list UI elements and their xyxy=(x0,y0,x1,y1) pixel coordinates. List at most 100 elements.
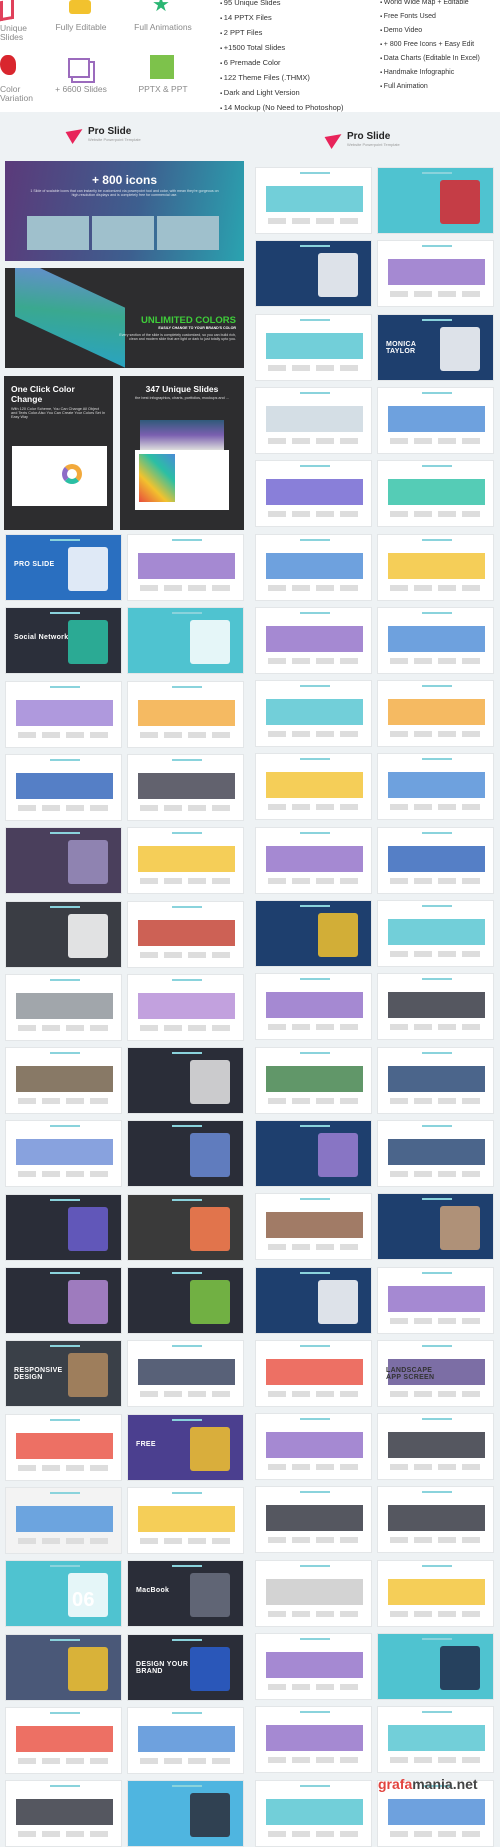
slide-thumbnail[interactable] xyxy=(255,1486,372,1554)
slide-thumbnail[interactable]: 06 xyxy=(5,1560,122,1628)
slide-title-line xyxy=(172,1345,202,1348)
slide-label: LANDSCAPE APP SCREEN xyxy=(386,1366,435,1381)
slide-thumbnail[interactable] xyxy=(127,900,244,968)
slide-thumbnail[interactable] xyxy=(377,533,494,601)
slide-thumbnail[interactable] xyxy=(255,240,372,308)
slide-thumbnail[interactable] xyxy=(377,240,494,308)
slide-thumbnail[interactable] xyxy=(377,460,494,528)
slide-thumbnail[interactable] xyxy=(377,753,494,821)
slide-thumbnail[interactable] xyxy=(255,1633,372,1700)
slide-thumbnail[interactable] xyxy=(5,1047,122,1115)
slide-thumbnail[interactable] xyxy=(255,1779,372,1847)
logo-right: Pro Slide Website Powerpoint Template xyxy=(324,128,400,150)
slide-thumbnail[interactable] xyxy=(5,1413,122,1481)
slide-thumbnail[interactable] xyxy=(127,1193,244,1261)
slide-title-line xyxy=(172,832,202,835)
slide-thumbnail[interactable] xyxy=(127,1486,244,1554)
slide-thumbnail[interactable] xyxy=(377,386,494,454)
slide-title-line xyxy=(422,1711,452,1714)
slide-thumbnail[interactable] xyxy=(255,900,372,967)
slide-thumbnail[interactable] xyxy=(255,1706,372,1774)
slide-thumbnail[interactable] xyxy=(377,167,494,234)
slide-thumbnail[interactable] xyxy=(377,1266,494,1334)
slide-thumbnail[interactable] xyxy=(5,973,122,1041)
slide-thumbnail[interactable]: MacBook xyxy=(127,1560,244,1628)
slide-text-lines xyxy=(268,804,358,811)
slide-thumbnail[interactable] xyxy=(5,1633,122,1701)
slide-thumbnail[interactable] xyxy=(5,1486,122,1554)
slide-thumbnail[interactable] xyxy=(5,753,122,821)
slide-thumbnail[interactable] xyxy=(377,1413,494,1481)
slide-thumbnail[interactable] xyxy=(377,1633,494,1700)
slide-thumbnail[interactable] xyxy=(127,1780,244,1847)
icon-grid xyxy=(157,216,219,250)
slide-graphic xyxy=(388,1065,485,1092)
slide-thumbnail[interactable] xyxy=(127,1340,244,1408)
slide-thumbnail[interactable] xyxy=(377,900,494,967)
slide-thumbnail[interactable] xyxy=(127,607,244,675)
slide-thumbnail[interactable] xyxy=(255,386,372,454)
slide-thumbnail[interactable] xyxy=(127,1267,244,1334)
slide-thumbnail[interactable] xyxy=(377,1046,494,1114)
slide-thumbnail[interactable] xyxy=(255,1559,372,1627)
slide-thumbnail[interactable] xyxy=(5,827,122,895)
slide-thumbnail[interactable] xyxy=(255,1339,372,1407)
slide-thumbnail[interactable] xyxy=(255,533,372,601)
slide-thumbnail[interactable] xyxy=(255,826,372,894)
slide-thumbnail[interactable] xyxy=(5,1780,122,1847)
slide-thumbnail[interactable] xyxy=(5,1193,122,1261)
slide-thumbnail[interactable] xyxy=(127,534,244,601)
slide-thumbnail[interactable]: DESIGN YOUR BRAND xyxy=(127,1633,244,1701)
slide-thumbnail[interactable] xyxy=(377,1193,494,1261)
slide-thumbnail[interactable] xyxy=(5,680,122,748)
slide-thumbnail[interactable] xyxy=(255,313,372,381)
slide-thumbnail[interactable] xyxy=(255,460,372,528)
slide-thumbnail[interactable] xyxy=(255,606,372,674)
slide-thumbnail[interactable] xyxy=(377,1559,494,1627)
slide-thumbnail[interactable] xyxy=(255,680,372,748)
slide-thumbnail[interactable]: MONICA TAYLOR xyxy=(377,313,494,381)
slide-thumbnail[interactable] xyxy=(127,1706,244,1774)
slide-thumbnail[interactable]: RESPONSIVE DESIGN xyxy=(5,1340,122,1408)
slide-thumbnail[interactable] xyxy=(377,826,494,894)
paper-plane-icon xyxy=(324,128,346,150)
slide-thumbnail[interactable] xyxy=(255,973,372,1041)
slide-thumbnail[interactable] xyxy=(377,1706,494,1774)
slide-thumbnail[interactable] xyxy=(127,1120,244,1188)
slide-thumbnail[interactable]: FREE xyxy=(127,1413,244,1481)
slide-thumbnail[interactable] xyxy=(255,1193,372,1261)
slide-graphic xyxy=(388,699,485,726)
slide-title-line xyxy=(300,1638,330,1640)
slide-thumbnail[interactable] xyxy=(255,1266,372,1334)
slide-thumbnail[interactable]: Social Network xyxy=(5,607,122,675)
slide-thumbnail[interactable] xyxy=(255,167,372,234)
slide-thumbnail[interactable] xyxy=(255,1046,372,1114)
slide-thumbnail[interactable] xyxy=(5,900,122,968)
slide-thumbnail[interactable] xyxy=(255,1119,372,1187)
slide-thumbnail[interactable] xyxy=(377,1119,494,1187)
slide-thumbnail[interactable] xyxy=(5,1706,122,1774)
slide-label: FREE xyxy=(136,1440,156,1448)
slide-thumbnail[interactable] xyxy=(127,973,244,1041)
slide-text-lines xyxy=(268,1537,358,1544)
slide-graphic xyxy=(266,845,363,872)
slide-thumbnail[interactable]: LANDSCAPE APP SCREEN xyxy=(377,1339,494,1407)
slide-thumbnail[interactable] xyxy=(127,1047,244,1115)
slide-thumbnail[interactable] xyxy=(377,973,494,1041)
slide-thumbnail[interactable] xyxy=(127,680,244,748)
slide-graphic xyxy=(16,1432,113,1459)
slide-thumbnail[interactable] xyxy=(377,606,494,674)
slide-text-lines xyxy=(390,511,480,518)
slide-graphic xyxy=(266,186,363,212)
slide-thumbnail[interactable] xyxy=(377,680,494,748)
slide-thumbnail[interactable] xyxy=(127,753,244,821)
slide-text-lines xyxy=(390,1464,480,1471)
slide-thumbnail[interactable]: PRO SLIDE xyxy=(5,534,122,601)
slide-thumbnail[interactable] xyxy=(255,753,372,821)
slide-thumbnail[interactable] xyxy=(255,1413,372,1481)
slide-thumbnail[interactable] xyxy=(5,1120,122,1188)
slide-thumbnail[interactable] xyxy=(5,1267,122,1334)
slide-graphic xyxy=(318,253,358,298)
slide-thumbnail[interactable] xyxy=(127,827,244,895)
slide-thumbnail[interactable] xyxy=(377,1486,494,1554)
